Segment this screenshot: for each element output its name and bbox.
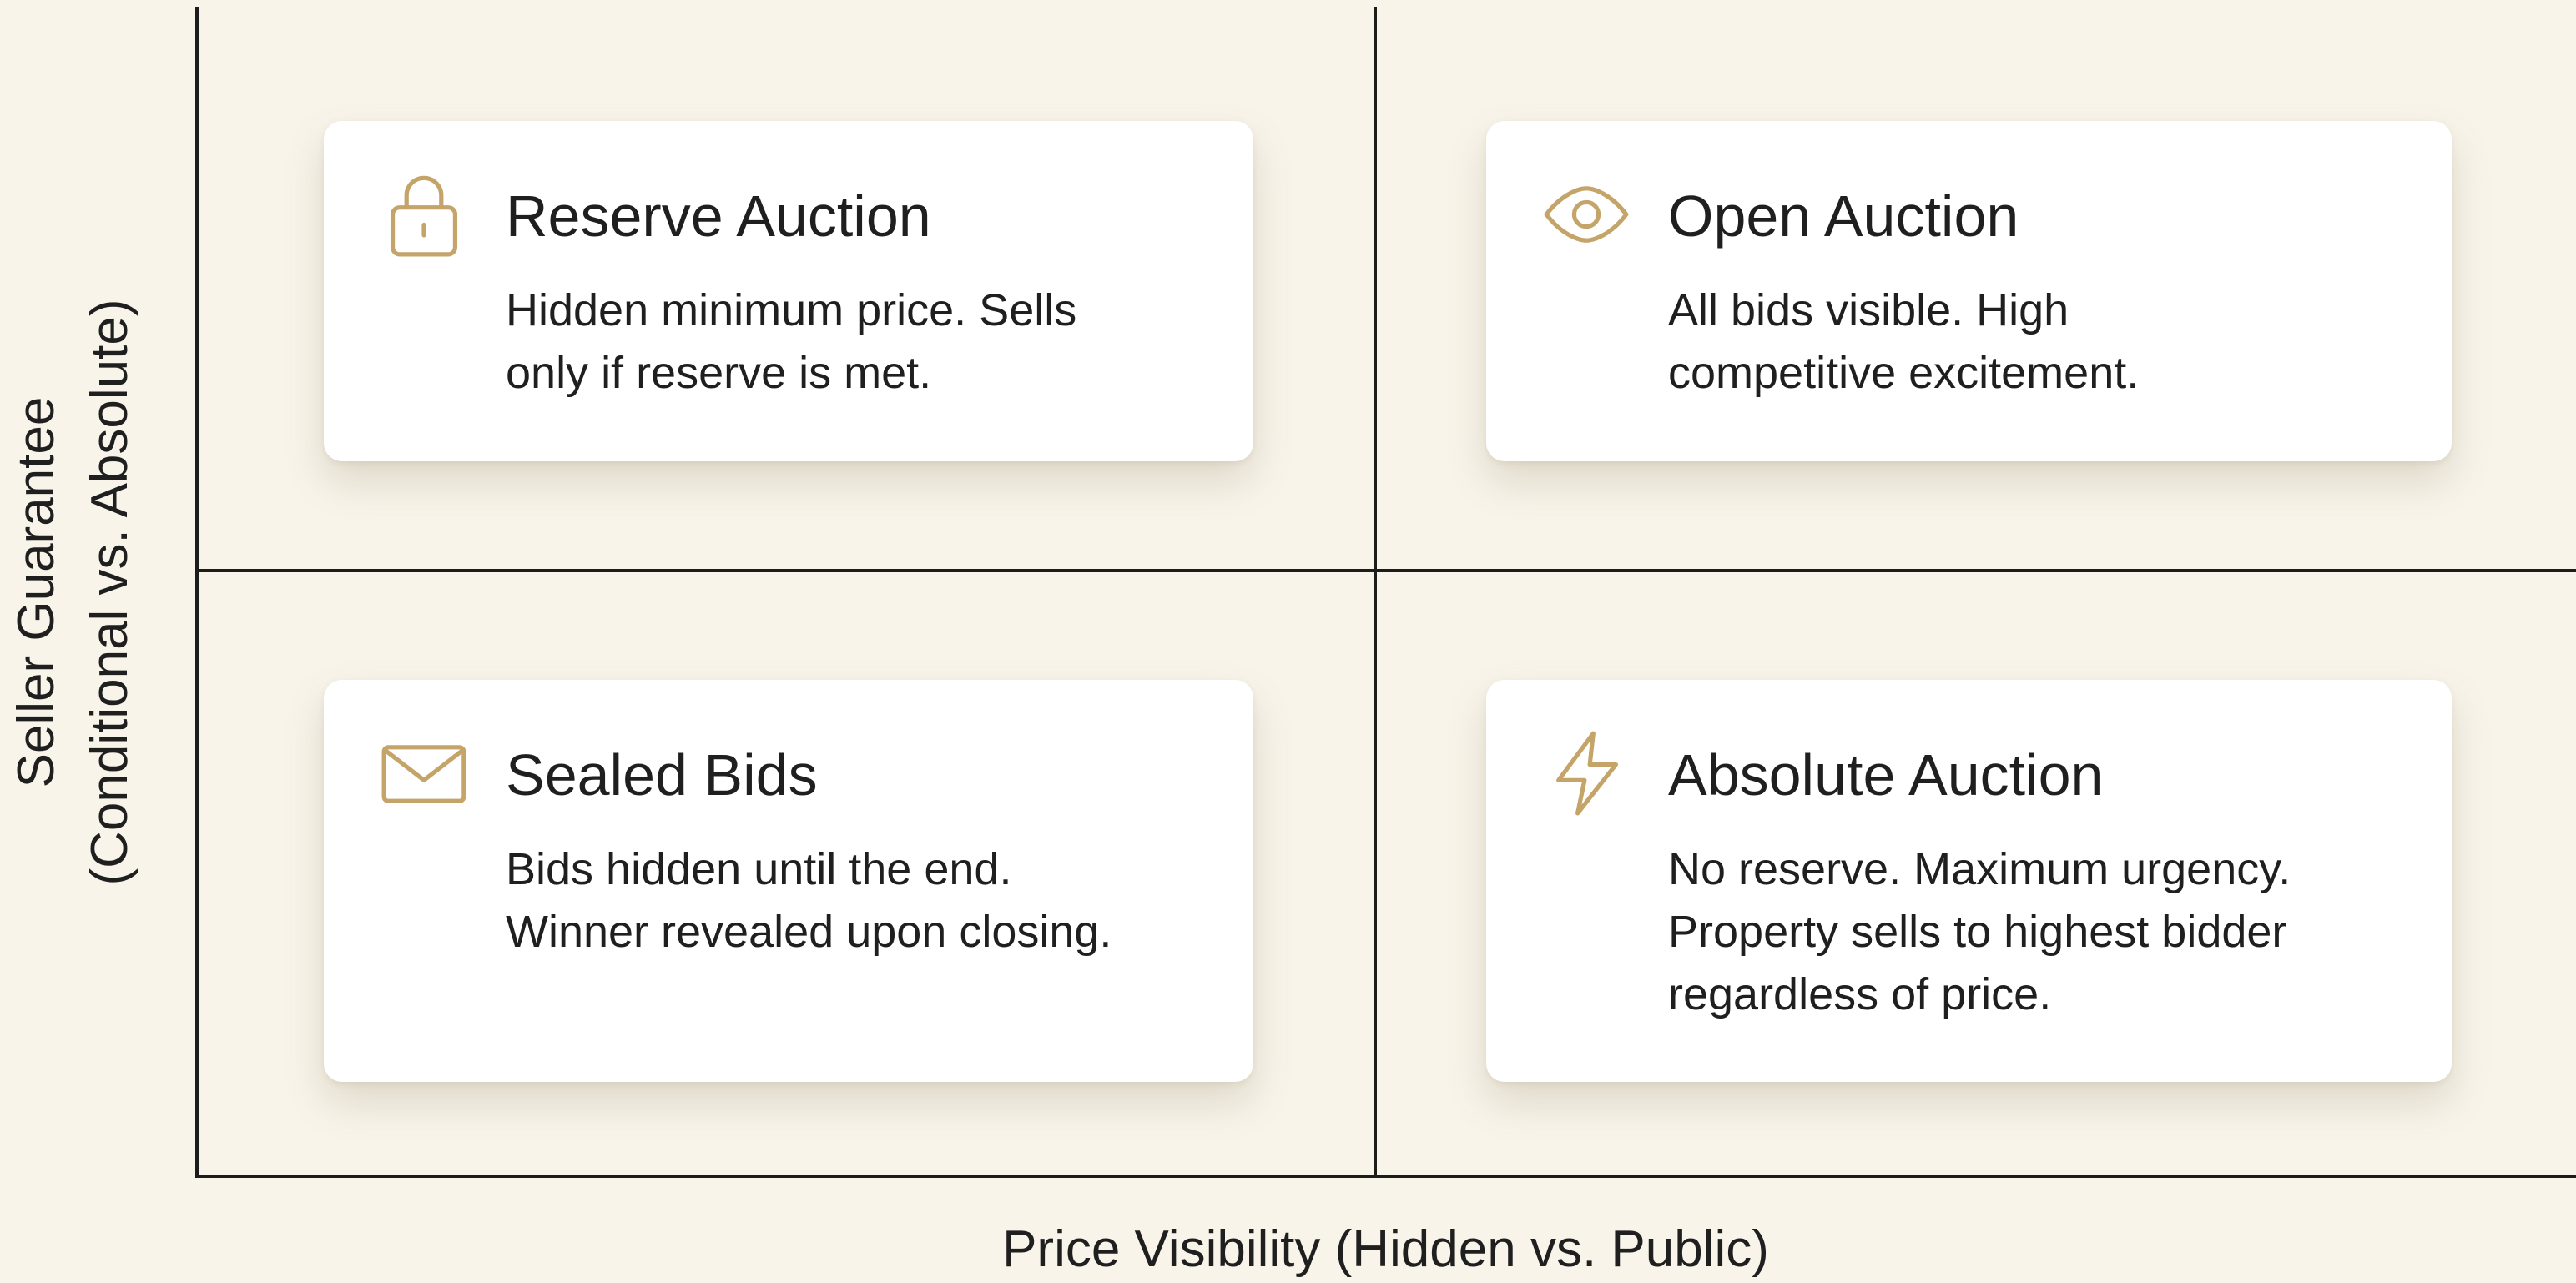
lightning-icon — [1543, 730, 1630, 817]
y-axis-line — [195, 7, 199, 1178]
y-axis-title-line2: (Conditional vs. Absolute) — [81, 299, 139, 886]
card-title: Reserve Auction — [506, 184, 931, 249]
envelope-icon — [381, 730, 467, 817]
card-description-line: Winner revealed upon closing. — [506, 907, 1112, 957]
card-description: Bids hidden until the end. Winner reveal… — [506, 838, 1220, 964]
y-axis-title: Seller Guarantee (Conditional vs. Absolu… — [0, 175, 167, 1009]
x-axis-title: Price Visibility (Hidden vs. Public) — [1002, 1220, 1769, 1278]
card-title: Absolute Auction — [1668, 742, 2104, 808]
card-description: All bids visible. High competitive excit… — [1668, 279, 2418, 405]
card-description-line: All bids visible. High — [1668, 285, 2069, 335]
card-description-line: competitive excitement. — [1668, 348, 2140, 398]
quadrant-diagram: Seller Guarantee (Conditional vs. Absolu… — [0, 0, 2576, 1282]
quadrant-card-absolute-auction: Absolute Auction No reserve. Maximum urg… — [1486, 680, 2452, 1082]
card-description: No reserve. Maximum urgency. Property se… — [1668, 838, 2418, 1026]
card-description-line: Bids hidden until the end. — [506, 844, 1012, 894]
card-description-line: Hidden minimum price. Sells — [506, 285, 1077, 335]
card-description-line: No reserve. Maximum urgency. — [1668, 844, 2291, 894]
card-title: Sealed Bids — [506, 742, 818, 808]
quadrant-card-sealed-bids: Sealed Bids Bids hidden until the end. W… — [324, 680, 1253, 1082]
vertical-divider — [1374, 7, 1377, 1178]
card-title: Open Auction — [1668, 184, 2019, 249]
card-description: Hidden minimum price. Sells only if rese… — [506, 279, 1220, 405]
card-description-line: Property sells to highest bidder — [1668, 907, 2287, 957]
quadrant-card-reserve-auction: Reserve Auction Hidden minimum price. Se… — [324, 121, 1253, 461]
card-description-line: only if reserve is met. — [506, 348, 932, 398]
lock-icon — [381, 171, 467, 258]
x-axis-line — [195, 1175, 2576, 1178]
quadrant-card-open-auction: Open Auction All bids visible. High comp… — [1486, 121, 2452, 461]
eye-icon — [1543, 171, 1630, 258]
y-axis-title-line1: Seller Guarantee — [8, 396, 65, 788]
card-description-line: regardless of price. — [1668, 969, 2052, 1019]
horizontal-divider — [195, 569, 2576, 572]
